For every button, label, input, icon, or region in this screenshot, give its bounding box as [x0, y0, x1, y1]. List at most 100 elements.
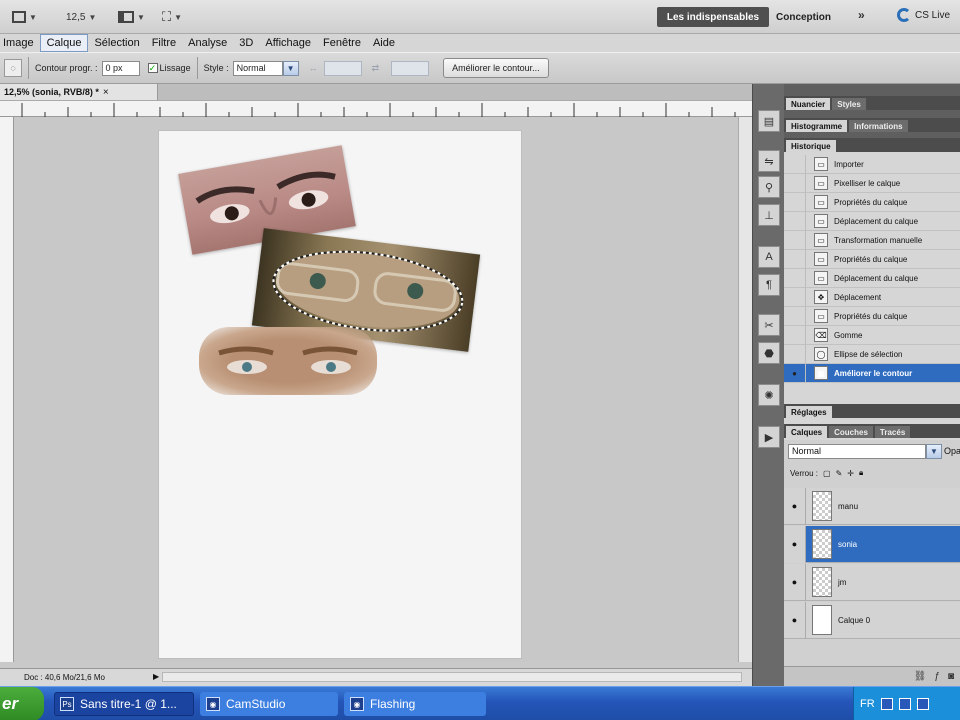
- layer-name[interactable]: manu: [838, 502, 858, 511]
- start-button[interactable]: er: [0, 687, 44, 720]
- layer-row[interactable]: ● jm: [784, 563, 960, 601]
- workspace-design-button[interactable]: Conception: [776, 7, 831, 27]
- history-item[interactable]: ✥ Déplacement: [784, 287, 960, 307]
- feather-input[interactable]: 0 px: [101, 60, 140, 76]
- history-item[interactable]: ▭ Déplacement du calque: [784, 268, 960, 288]
- animation-panel-icon[interactable]: ▶: [758, 426, 780, 448]
- menu-window[interactable]: Fenêtre: [317, 34, 367, 52]
- add-mask-icon[interactable]: ◙: [948, 671, 954, 682]
- history-source-cell[interactable]: ●: [784, 363, 806, 383]
- history-source-cell[interactable]: [784, 287, 806, 307]
- menu-help[interactable]: Aide: [367, 34, 401, 52]
- fx-icon[interactable]: ƒ: [934, 671, 940, 682]
- blend-mode-select[interactable]: Normal ▼: [788, 444, 942, 459]
- document-tab[interactable]: 12,5% (sonia, RVB/8) * ×: [0, 84, 158, 101]
- history-source-cell[interactable]: [784, 249, 806, 269]
- style-select[interactable]: Normal ▼: [232, 60, 299, 76]
- actions-panel-icon[interactable]: ⇋: [758, 150, 780, 172]
- language-indicator[interactable]: FR: [860, 698, 875, 710]
- brush-presets-icon[interactable]: ⚲: [758, 176, 780, 198]
- history-source-cell[interactable]: [784, 173, 806, 193]
- history-source-cell[interactable]: [784, 325, 806, 345]
- histogram-panel-icon[interactable]: ▤: [758, 110, 780, 132]
- arrange-documents-button[interactable]: ▼: [118, 8, 145, 26]
- clone-source-icon[interactable]: ⊥: [758, 204, 780, 226]
- lock-all-icon[interactable]: 🔒︎: [859, 468, 863, 478]
- visibility-eye-icon[interactable]: ●: [784, 563, 806, 601]
- width-input[interactable]: [323, 60, 362, 76]
- vertical-ruler[interactable]: [0, 117, 14, 662]
- tab-info[interactable]: Informations: [849, 120, 908, 132]
- lock-position-icon[interactable]: ✛: [847, 469, 854, 478]
- history-item-current[interactable]: ● ▣ Améliorer le contour: [784, 363, 960, 383]
- history-item[interactable]: ◯ Ellipse de sélection: [784, 344, 960, 364]
- menu-selection[interactable]: Sélection: [88, 34, 145, 52]
- menu-view[interactable]: Affichage: [259, 34, 317, 52]
- history-source-cell[interactable]: [784, 154, 806, 174]
- history-item[interactable]: ▭ Importer: [784, 154, 960, 174]
- menu-layer[interactable]: Calque: [39, 34, 89, 52]
- menu-image[interactable]: Image: [0, 34, 40, 52]
- layer-row[interactable]: ● manu: [784, 487, 960, 525]
- link-layers-icon[interactable]: ⛓: [914, 671, 927, 682]
- tab-adjustments[interactable]: Réglages: [786, 406, 832, 418]
- task-camstudio[interactable]: ◉ CamStudio: [200, 692, 338, 716]
- history-source-cell[interactable]: [784, 192, 806, 212]
- history-item[interactable]: ▭ Transformation manuelle: [784, 230, 960, 250]
- launch-bridge-button[interactable]: ▼: [12, 8, 37, 26]
- menu-analysis[interactable]: Analyse: [182, 34, 233, 52]
- tab-histogram[interactable]: Histogramme: [786, 120, 848, 132]
- character-panel-icon[interactable]: A: [758, 246, 780, 268]
- horizontal-ruler[interactable]: [0, 101, 752, 117]
- layer-name[interactable]: jm: [838, 578, 846, 587]
- layer-row-selected[interactable]: ● sonia: [784, 525, 960, 563]
- screen-mode-button[interactable]: ⛶ ▼: [162, 8, 182, 26]
- workspace-essentials-button[interactable]: Les indispensables: [657, 7, 769, 27]
- menu-3d[interactable]: 3D: [233, 34, 259, 52]
- zoom-level-dropdown[interactable]: 12,5 ▼: [66, 8, 96, 26]
- history-source-cell[interactable]: [784, 306, 806, 326]
- layer-name[interactable]: sonia: [838, 540, 857, 549]
- history-item[interactable]: ▭ Pixelliser le calque: [784, 173, 960, 193]
- task-flashing[interactable]: ◉ Flashing: [344, 692, 486, 716]
- tab-paths[interactable]: Tracés: [874, 426, 911, 438]
- history-item[interactable]: ▭ Propriétés du calque: [784, 192, 960, 212]
- tab-styles[interactable]: Styles: [832, 98, 866, 110]
- swap-icon[interactable]: ⇄: [372, 63, 380, 74]
- layer-name[interactable]: Calque 0: [838, 616, 870, 625]
- tab-swatches[interactable]: Nuancier: [786, 98, 831, 110]
- status-menu-arrow-icon[interactable]: ▶: [153, 672, 159, 681]
- cs-live-button[interactable]: CS Live: [897, 8, 950, 22]
- lock-pixels-icon[interactable]: ✎: [836, 469, 843, 478]
- visibility-eye-icon[interactable]: ●: [784, 601, 806, 639]
- history-source-cell[interactable]: [784, 344, 806, 364]
- paragraph-panel-icon[interactable]: ¶: [758, 274, 780, 296]
- height-input[interactable]: [391, 60, 430, 76]
- tool-presets-icon[interactable]: ✂: [758, 314, 780, 336]
- history-source-cell[interactable]: [784, 268, 806, 288]
- tab-layers[interactable]: Calques: [786, 426, 828, 438]
- task-photoshop[interactable]: Ps Sans titre-1 @ 1...: [54, 692, 194, 716]
- history-item[interactable]: ▭ Déplacement du calque: [784, 211, 960, 231]
- more-workspaces-button[interactable]: »: [858, 8, 865, 22]
- menu-filter[interactable]: Filtre: [146, 34, 182, 52]
- document-canvas[interactable]: [159, 131, 521, 658]
- tool-preset-picker[interactable]: ◌: [4, 59, 22, 77]
- tab-history[interactable]: Historique: [786, 140, 836, 152]
- layer-row[interactable]: ● Calque 0: [784, 601, 960, 639]
- 3d-panel-icon[interactable]: ⬣: [758, 342, 780, 364]
- refine-edge-button[interactable]: Améliorer le contour...: [443, 58, 549, 78]
- visibility-eye-icon[interactable]: ●: [784, 487, 806, 525]
- vertical-scrollbar[interactable]: [738, 117, 752, 662]
- history-item[interactable]: ⌫ Gomme: [784, 325, 960, 345]
- history-source-cell[interactable]: [784, 230, 806, 250]
- lock-transparency-icon[interactable]: ▢: [823, 469, 831, 478]
- close-icon[interactable]: ×: [103, 87, 109, 98]
- visibility-eye-icon[interactable]: ●: [784, 525, 806, 563]
- history-source-cell[interactable]: [784, 211, 806, 231]
- tray-app-icon[interactable]: [898, 698, 911, 710]
- masks-panel-icon[interactable]: ✺: [758, 384, 780, 406]
- history-item[interactable]: ▭ Propriétés du calque: [784, 249, 960, 269]
- canvas-viewport[interactable]: [14, 117, 738, 662]
- tab-channels[interactable]: Couches: [829, 426, 873, 438]
